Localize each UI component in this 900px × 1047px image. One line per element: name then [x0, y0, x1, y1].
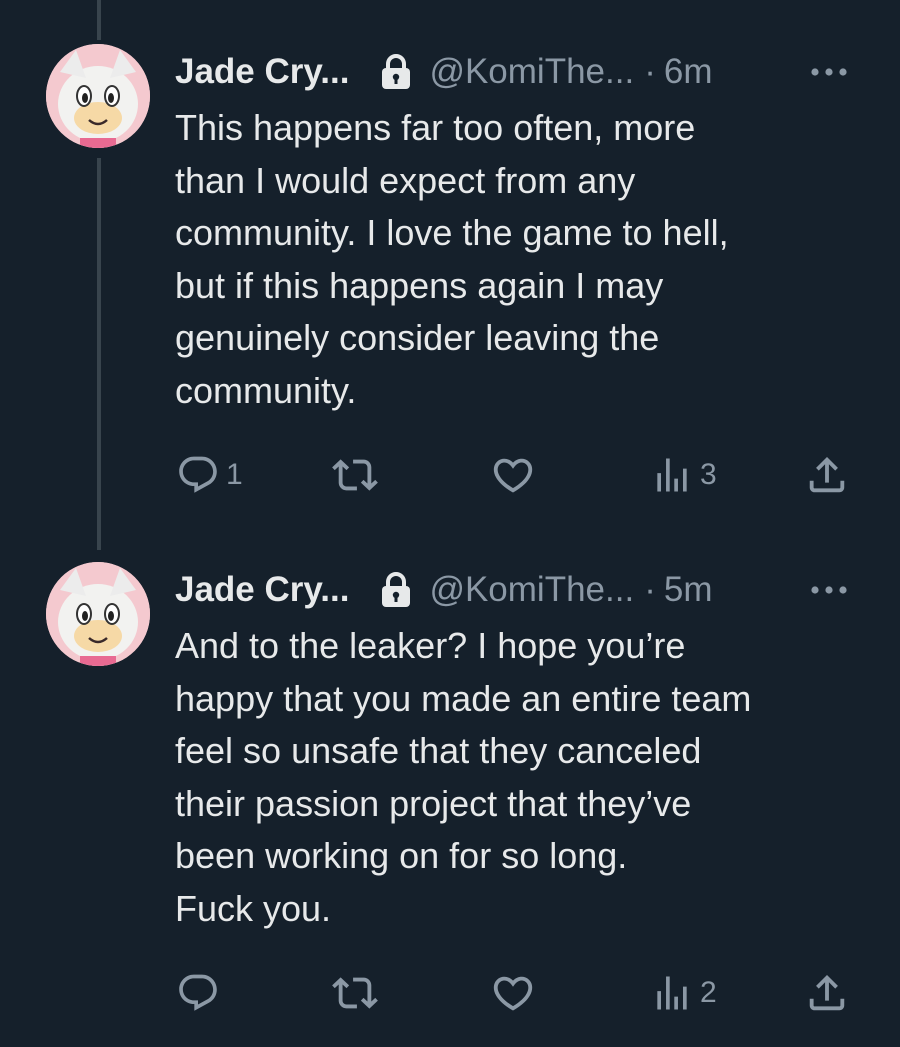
views-button[interactable]: 3 [650, 450, 717, 500]
reply-button[interactable] [176, 968, 226, 1018]
timestamp[interactable]: 5m [664, 570, 713, 610]
like-button[interactable] [490, 968, 536, 1018]
tweet[interactable]: Jade Cry... @KomiThe... · 6m This happen… [0, 44, 900, 520]
avatar[interactable] [46, 44, 150, 148]
display-name[interactable]: Jade Cry... [175, 570, 349, 610]
user-handle[interactable]: @KomiThe... [429, 570, 634, 610]
share-upload-icon [809, 974, 845, 1011]
lock-icon [379, 571, 413, 609]
views-button[interactable]: 2 [650, 968, 717, 1018]
action-bar: 1 3 [0, 450, 900, 500]
like-button[interactable] [490, 450, 536, 500]
tweet-header: Jade Cry... @KomiThe... · 5m [175, 568, 712, 612]
views-count: 2 [700, 976, 717, 1009]
share-button[interactable] [804, 450, 850, 500]
separator-dot: · [644, 52, 656, 91]
timestamp[interactable]: 6m [664, 52, 713, 92]
reply-bubble-icon [179, 456, 217, 493]
tweet-text: And to the leaker? I hope you’re happy t… [175, 625, 752, 929]
heart-icon [493, 458, 533, 493]
more-options-icon[interactable] [807, 58, 851, 86]
reply-bubble-icon [179, 974, 217, 1011]
more-options-icon[interactable] [807, 576, 851, 604]
tweet-text: This happens far too often, more than I … [175, 107, 729, 411]
separator-dot: · [644, 570, 656, 609]
views-bar-chart-icon [657, 976, 687, 1010]
views-count: 3 [700, 458, 717, 491]
retweet-button[interactable] [332, 450, 378, 500]
retweet-icon [332, 459, 378, 491]
action-bar: 2 [0, 968, 900, 1018]
reply-count: 1 [226, 458, 243, 491]
thread-line-top [97, 0, 101, 40]
lock-icon [379, 53, 413, 91]
tweet-header: Jade Cry... @KomiThe... · 6m [175, 50, 712, 94]
tweet[interactable]: Jade Cry... @KomiThe... · 5m And to the … [0, 562, 900, 1038]
views-bar-chart-icon [657, 458, 687, 492]
share-upload-icon [809, 456, 845, 493]
reply-button[interactable]: 1 [176, 450, 243, 500]
avatar[interactable] [46, 562, 150, 666]
user-handle[interactable]: @KomiThe... [429, 52, 634, 92]
display-name[interactable]: Jade Cry... [175, 52, 349, 92]
heart-icon [493, 976, 533, 1011]
share-button[interactable] [804, 968, 850, 1018]
retweet-icon [332, 977, 378, 1009]
retweet-button[interactable] [332, 968, 378, 1018]
